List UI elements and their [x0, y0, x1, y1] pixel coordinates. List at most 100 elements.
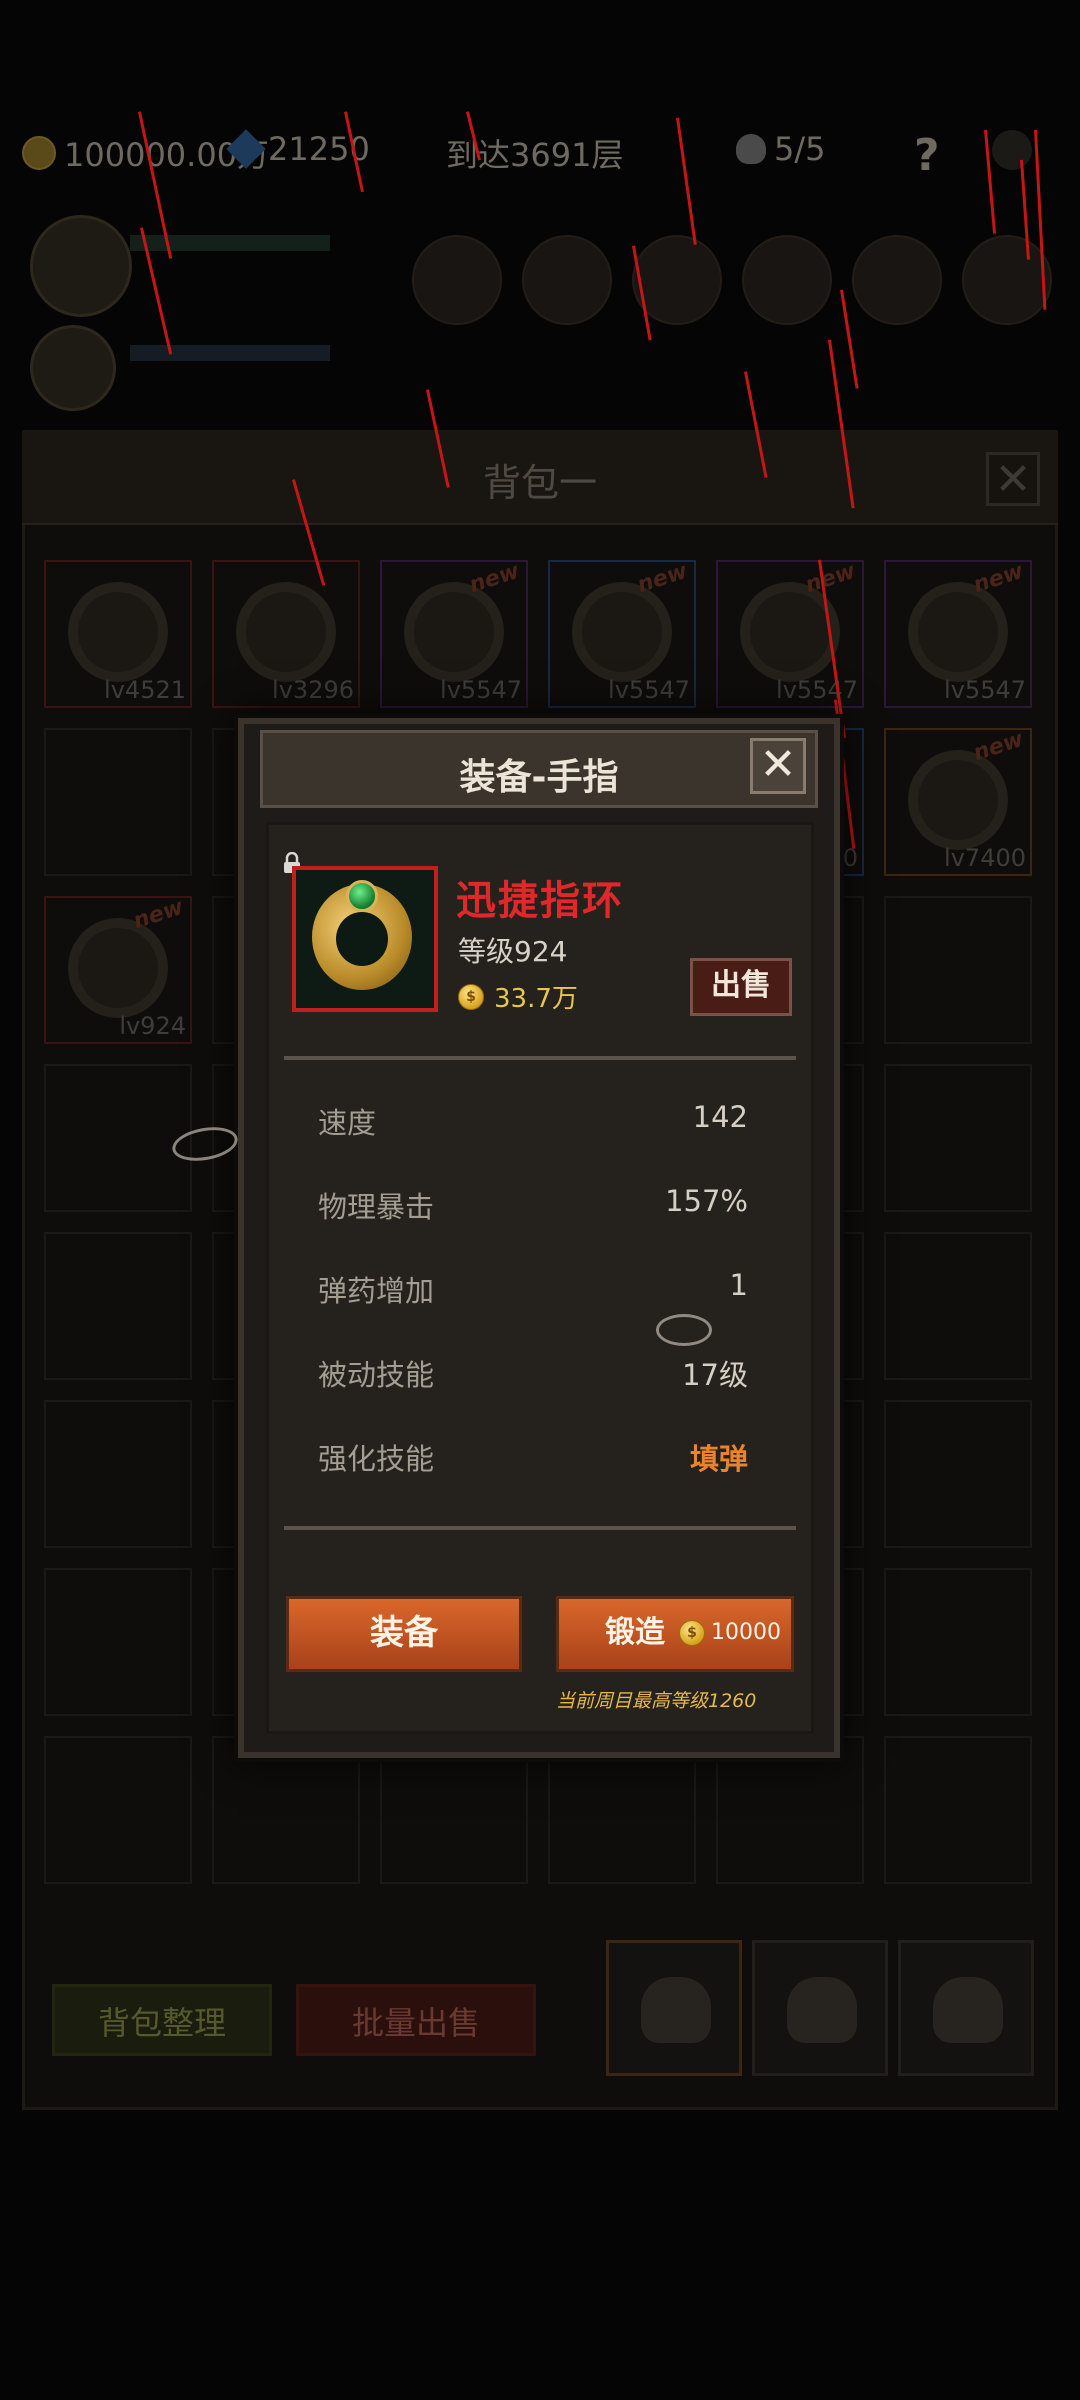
forge-button[interactable]: 锻造 $ 10000 [556, 1596, 794, 1672]
stat-value: 填弹 [689, 1442, 748, 1476]
backpack-icon [787, 1977, 857, 2043]
modal-close-button[interactable]: ✕ [750, 738, 806, 794]
new-badge: new [466, 558, 523, 599]
new-badge: new [970, 558, 1027, 599]
backpack-icon [641, 1977, 711, 2043]
item-level-label: lv7400 [944, 844, 1026, 872]
backpack-slot[interactable] [884, 1736, 1032, 1884]
gold-coin-icon: $ [458, 983, 484, 1010]
equip-slot-finger[interactable] [852, 235, 942, 325]
backpack-slot[interactable] [884, 1064, 1032, 1212]
backpack-slot[interactable] [44, 1400, 192, 1548]
item-level: 等级924 [458, 935, 568, 968]
new-badge: new [634, 558, 691, 599]
stat-value: 17级 [682, 1358, 748, 1392]
divider [284, 1056, 796, 1060]
item-level-label: lv5547 [776, 676, 858, 704]
modal-title: 装备-手指 [459, 757, 619, 798]
equip-slot-weapon[interactable] [412, 235, 502, 325]
stat-label: 物理暴击 [318, 1190, 435, 1224]
item-price: $ 33.7万 [458, 978, 578, 1015]
health-bar [130, 235, 330, 251]
item-name: 迅捷指环 [456, 878, 624, 924]
backpack-slot[interactable] [212, 1736, 360, 1884]
backpack-header: 背包一 [22, 430, 1058, 525]
equipment-item-icon [68, 918, 168, 1018]
bag-tab-3[interactable] [898, 1940, 1034, 2076]
forge-label: 锻造 [605, 1615, 665, 1650]
backpack-slot[interactable] [44, 728, 192, 876]
skull-icon [736, 134, 766, 164]
top-hud: 100000.00万 21250 到达3691层 5/5 ? [0, 110, 1080, 200]
backpack-slot[interactable] [716, 1736, 864, 1884]
stat-label: 强化技能 [318, 1442, 435, 1476]
item-level-label: lv4521 [104, 676, 186, 704]
equip-button[interactable]: 装备 [286, 1596, 522, 1672]
new-badge: new [970, 726, 1027, 767]
item-level-label: lv3296 [272, 676, 354, 704]
help-button[interactable]: ? [914, 130, 940, 181]
bag-tab-2[interactable] [752, 1940, 888, 2076]
backpack-title: 背包一 [482, 461, 597, 505]
sell-button[interactable]: 出售 [690, 958, 792, 1016]
swirl-decoration [656, 1314, 712, 1346]
hero-equipment-row [20, 215, 1060, 415]
equipment-item-icon [68, 582, 168, 682]
backpack-slot[interactable] [548, 1736, 696, 1884]
stat-row: 强化技能 填弹 [318, 1436, 748, 1476]
sort-backpack-button[interactable]: 背包整理 [52, 1984, 272, 2056]
new-badge: new [802, 558, 859, 599]
max-level-note: 当前周目最高等级1260 [556, 1690, 757, 1712]
item-price-value: 33.7万 [494, 984, 578, 1014]
backpack-slot[interactable] [380, 1736, 528, 1884]
item-level-label: lv5547 [608, 676, 690, 704]
backpack-slot[interactable] [44, 1232, 192, 1380]
bulk-sell-button[interactable]: 批量出售 [296, 1984, 536, 2056]
backpack-slot[interactable]: lv3296 [212, 560, 360, 708]
item-icon-frame [292, 866, 438, 1012]
settings-gear-icon[interactable] [992, 130, 1032, 170]
gold-coin-icon [22, 136, 56, 170]
backpack-slot[interactable]: new lv7400 [884, 726, 1032, 876]
stat-value: 157% [665, 1184, 748, 1218]
gem-icon [226, 129, 266, 169]
backpack-slot[interactable]: new lv5547 [380, 558, 528, 708]
item-level-label: lv5547 [440, 676, 522, 704]
backpack-close-button[interactable]: ✕ [986, 452, 1040, 506]
stat-value: 1 [729, 1268, 748, 1302]
equip-slot-hand[interactable] [742, 235, 832, 325]
backpack-slot[interactable] [884, 1232, 1032, 1380]
divider [284, 1526, 796, 1530]
backpack-slot[interactable] [44, 1736, 192, 1884]
backpack-slot[interactable] [44, 1064, 192, 1212]
stat-row: 弹药增加 1 [318, 1268, 748, 1308]
backpack-slot[interactable] [44, 1568, 192, 1716]
equip-slot-feet[interactable] [962, 235, 1052, 325]
energy-bar [130, 345, 330, 361]
backpack-slot[interactable] [884, 896, 1032, 1044]
backpack-slot[interactable] [884, 1568, 1032, 1716]
equipment-item-icon [404, 582, 504, 682]
stat-value: 142 [692, 1100, 748, 1134]
backpack-slot[interactable] [884, 1400, 1032, 1548]
equipment-item-icon [908, 750, 1008, 850]
gold-coin-icon: $ [679, 1620, 705, 1646]
backpack-slot[interactable]: new lv5547 [884, 558, 1032, 708]
backpack-slot[interactable]: lv4521 [44, 560, 192, 708]
stat-label: 速度 [318, 1106, 377, 1140]
item-level-label: lv5547 [944, 676, 1026, 704]
companion-avatar[interactable] [30, 325, 116, 411]
bag-tab-1[interactable] [606, 1940, 742, 2076]
backpack-icon [933, 1977, 1003, 2043]
stat-row: 物理暴击 157% [318, 1184, 748, 1224]
backpack-slot[interactable]: new lv5547 [716, 558, 864, 708]
stat-label: 弹药增加 [318, 1274, 435, 1308]
equip-slot-head[interactable] [522, 235, 612, 325]
stat-row: 速度 142 [318, 1100, 748, 1140]
lives-counter: 5/5 [736, 130, 826, 168]
forge-cost: $ 10000 [679, 1599, 781, 1667]
backpack-slot[interactable]: new lv924 [44, 895, 192, 1044]
backpack-slot[interactable]: new lv5547 [548, 558, 696, 708]
equipment-item-icon [908, 582, 1008, 682]
hero-portrait-avatar[interactable] [30, 215, 132, 317]
